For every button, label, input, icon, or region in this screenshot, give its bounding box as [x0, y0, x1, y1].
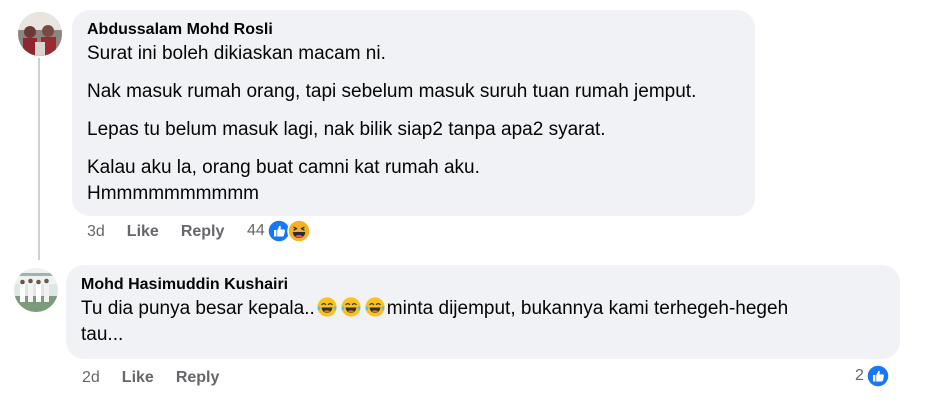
comment-text-segment: Tu dia punya besar kepala.. [81, 298, 315, 319]
reaction-summary[interactable]: 44 [247, 219, 311, 243]
comment-author[interactable]: Mohd Hasimuddin Kushairi [81, 274, 885, 296]
comment-text-line: Lepas tu belum masuk lagi, nak bilik sia… [87, 119, 606, 140]
comment-author[interactable]: Abdussalam Mohd Rosli [87, 19, 740, 41]
comment-text-segment: minta dijemput, bukannya kami terhegeh-h… [386, 298, 789, 319]
reaction-count: 44 [247, 222, 265, 239]
laughing-tears-icon [340, 296, 362, 318]
comment-text-line: Tu dia punya besar kepala.. minta dijempu… [81, 296, 885, 322]
reaction-summary[interactable]: 2 [855, 364, 890, 388]
comment-bubble: Mohd Hasimuddin Kushairi Tu dia punya be… [66, 265, 900, 359]
haha-icon [287, 219, 311, 243]
comment-text-line: Hmmmmmmmmmm [87, 183, 259, 204]
comment-text-line: Kalau aku la, orang buat camni kat rumah… [87, 157, 480, 178]
reply-button[interactable]: Reply [176, 369, 220, 387]
avatar[interactable] [18, 12, 62, 56]
avatar-image [18, 12, 62, 56]
reply-button[interactable]: Reply [181, 223, 225, 241]
comment-timestamp[interactable]: 3d [87, 223, 105, 241]
like-button[interactable]: Like [127, 223, 159, 241]
comment-text-line: Nak masuk rumah orang, tapi sebelum masu… [87, 81, 697, 102]
laughing-tears-icon [316, 296, 338, 318]
like-button[interactable]: Like [122, 369, 154, 387]
avatar[interactable] [14, 268, 58, 312]
reaction-count: 2 [855, 367, 864, 384]
comment-text-line: Surat ini boleh dikiaskan macam ni. [87, 43, 386, 64]
comment-timestamp[interactable]: 2d [82, 369, 100, 387]
comment-text-line: tau... [81, 324, 124, 345]
comment-actions: 3d Like Reply [87, 220, 246, 244]
comment-bubble: Abdussalam Mohd Rosli Surat ini boleh di… [72, 10, 755, 216]
like-icon [866, 364, 890, 388]
laughing-tears-icon [364, 296, 386, 318]
thread-connector-line [38, 58, 40, 260]
comment-actions: 2d Like Reply [82, 366, 241, 390]
avatar-image [14, 268, 58, 312]
